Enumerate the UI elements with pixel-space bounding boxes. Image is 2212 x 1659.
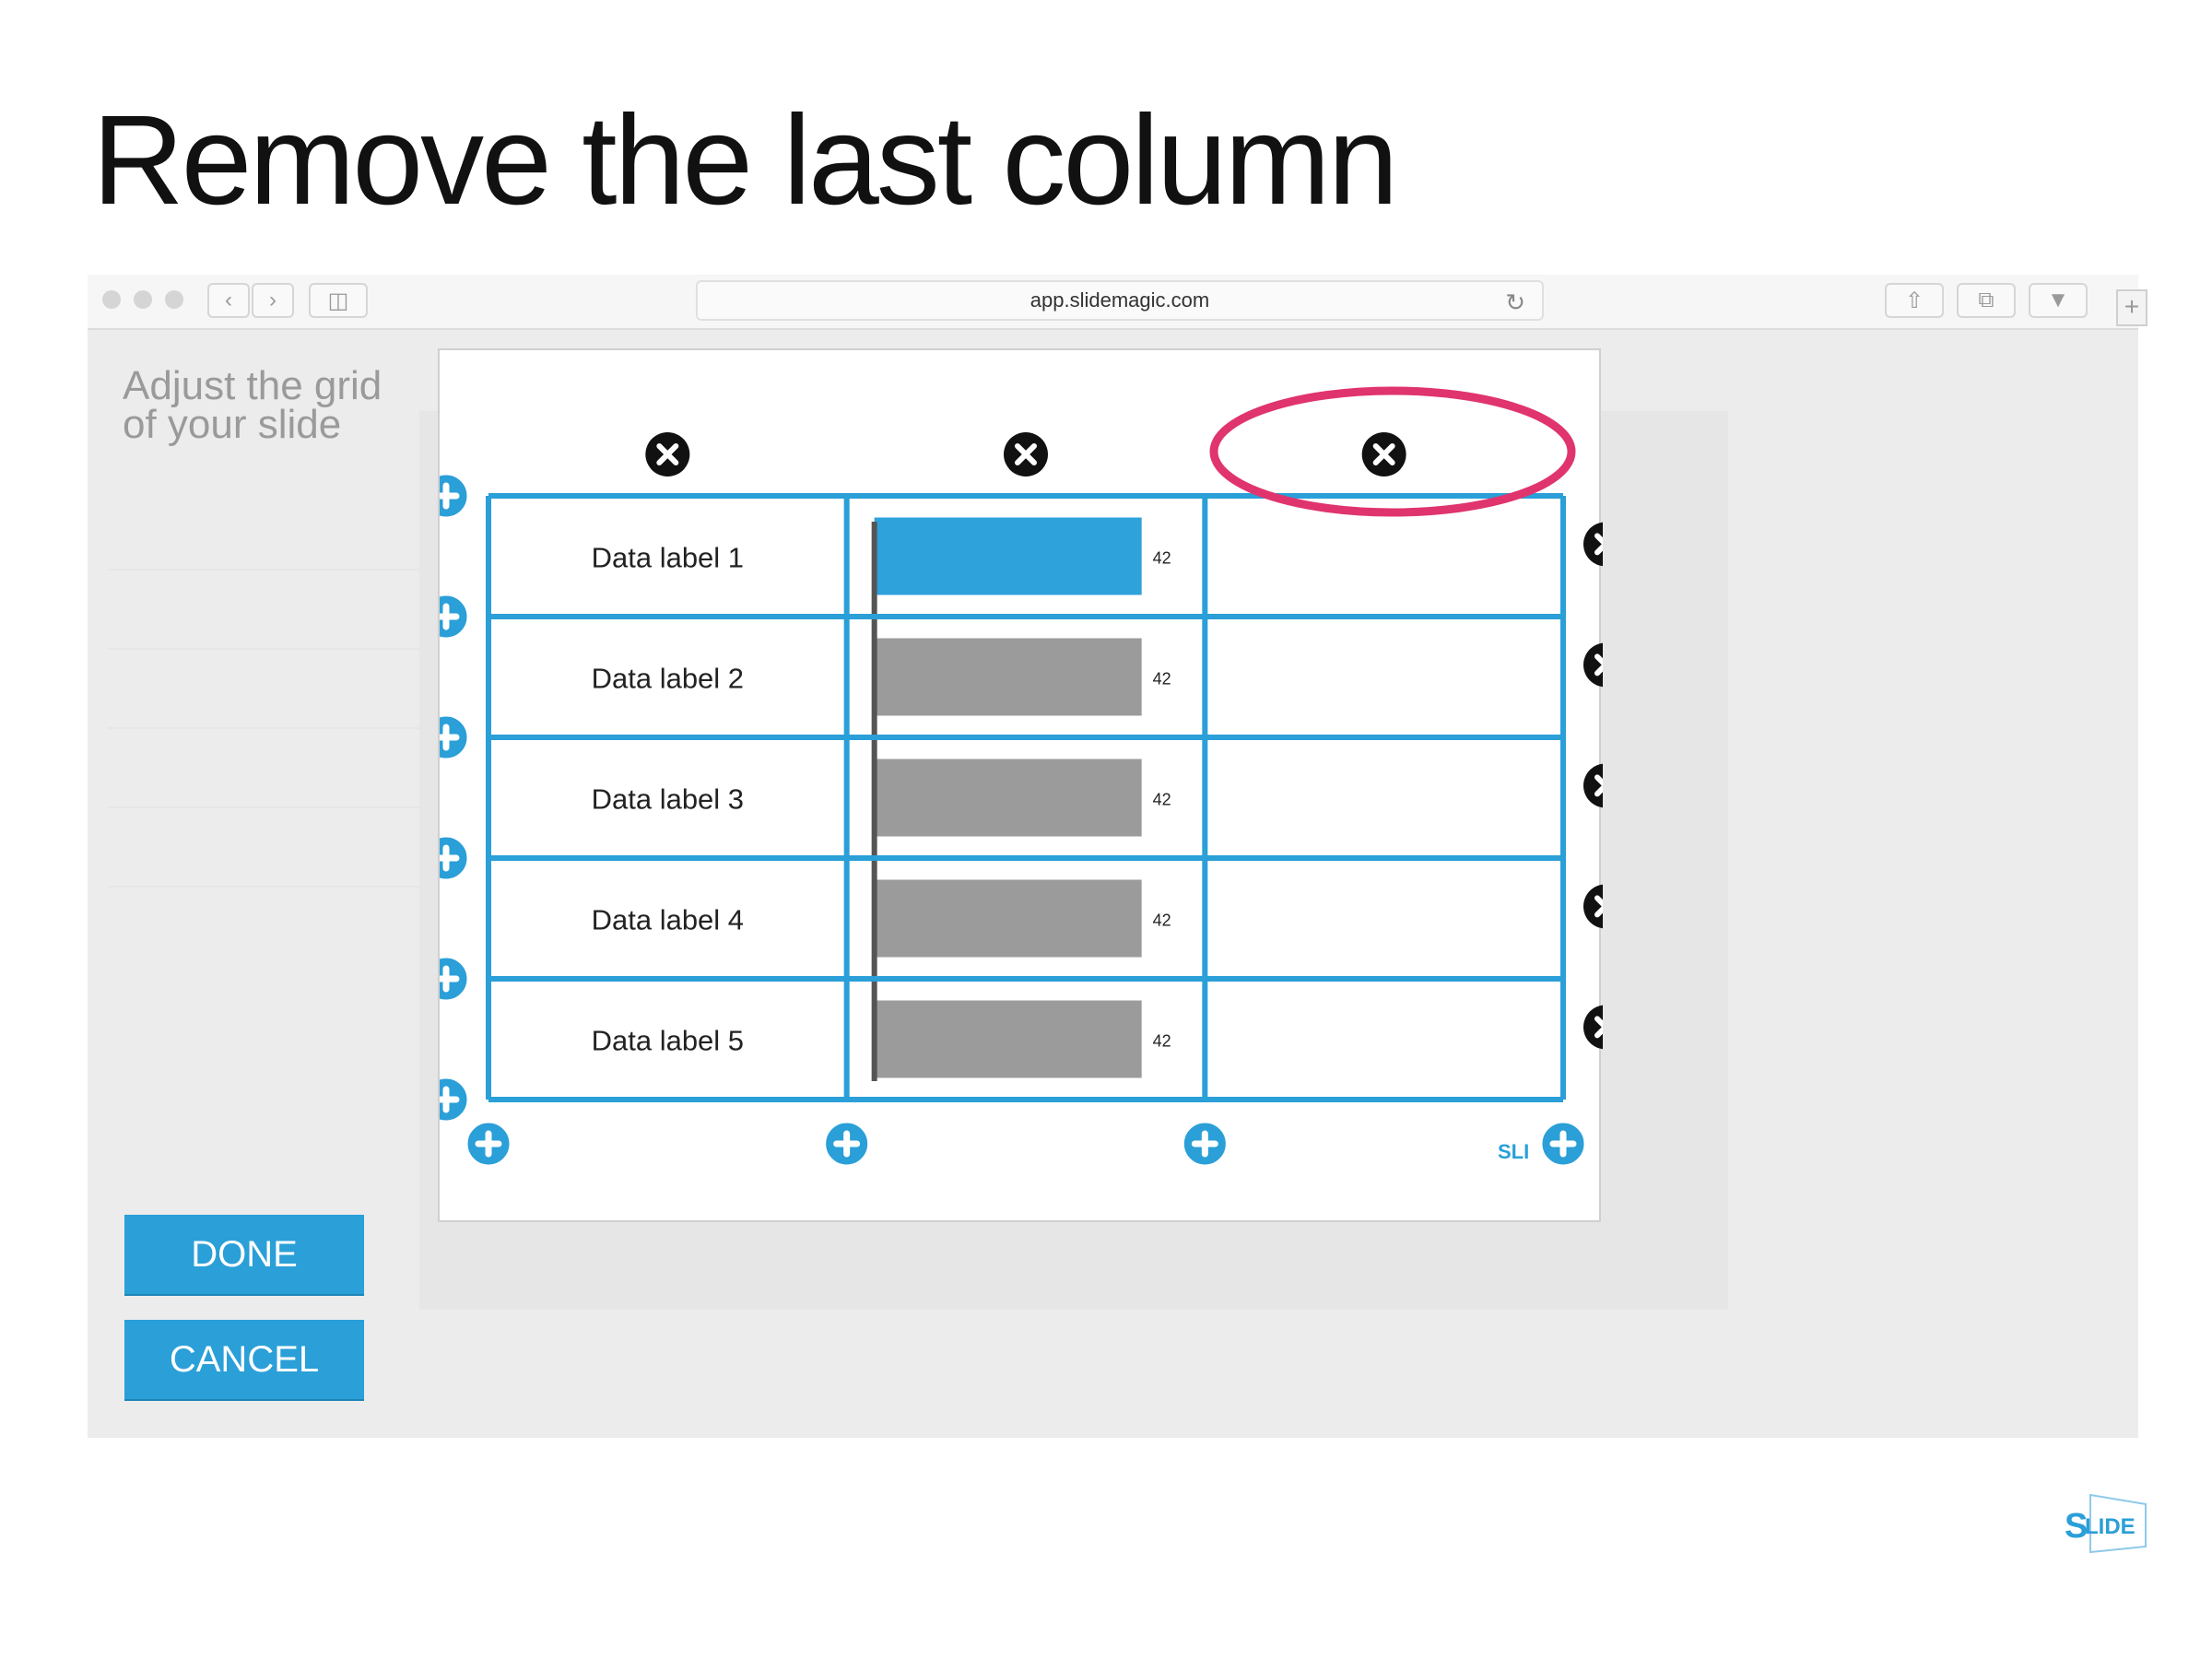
add-column-icon[interactable]: [1539, 1120, 1587, 1168]
url-text: app.slidemagic.com: [1030, 288, 1210, 312]
list-item[interactable]: [108, 808, 430, 888]
add-row-icon[interactable]: [440, 834, 470, 882]
data-value: 42: [1153, 549, 1171, 568]
tabs-overview-icon[interactable]: ⧉: [1957, 283, 2016, 318]
done-button[interactable]: DONE: [124, 1215, 364, 1294]
slide-title: Remove the last column: [92, 89, 1398, 231]
grid-editor: Data label 1 42 Data label 2 42 Data label 3…: [440, 386, 1603, 1168]
remove-row-icon[interactable]: [1583, 763, 1603, 808]
window-zoom-dot[interactable]: [165, 290, 183, 309]
window-close-dot[interactable]: [102, 290, 121, 309]
data-bar[interactable]: [874, 759, 1142, 837]
list-item[interactable]: [108, 571, 430, 650]
remove-row-icon[interactable]: [1583, 642, 1603, 688]
add-row-icon[interactable]: [440, 593, 470, 641]
sidebar-toggle-icon[interactable]: ◫: [309, 283, 368, 318]
remove-column-icon[interactable]: [1004, 432, 1048, 477]
browser-toolbar: ‹ › ◫ app.slidemagic.com ↻ ⇧ ⧉ ▼ +: [88, 275, 2147, 330]
downloads-icon[interactable]: ▼: [2029, 283, 2088, 318]
add-row-icon[interactable]: [440, 713, 470, 761]
data-bar[interactable]: [874, 638, 1142, 716]
remove-column-icon[interactable]: [645, 432, 690, 477]
data-label[interactable]: Data label 4: [592, 904, 744, 936]
data-value: 42: [1153, 912, 1171, 930]
slidemagic-logo: S LIDE: [2065, 1493, 2147, 1554]
add-row-icon[interactable]: [440, 472, 470, 520]
url-bar[interactable]: app.slidemagic.com ↻: [696, 280, 1544, 321]
add-column-icon[interactable]: [1181, 1120, 1229, 1168]
data-value: 42: [1153, 791, 1171, 809]
remove-column-icon[interactable]: [1361, 432, 1406, 477]
forward-icon[interactable]: ›: [252, 283, 294, 318]
back-icon[interactable]: ‹: [207, 283, 250, 318]
list-item[interactable]: [108, 491, 430, 571]
data-bar[interactable]: [874, 1000, 1142, 1078]
data-value: 42: [1153, 1032, 1171, 1051]
share-icon[interactable]: ⇧: [1885, 283, 1944, 318]
window-minimize-dot[interactable]: [134, 290, 152, 309]
data-label[interactable]: Data label 1: [592, 542, 744, 574]
grid-editor-canvas: Data label 1 42 Data label 2 42 Data label 3…: [438, 348, 1603, 1222]
svg-text:LIDE: LIDE: [2085, 1514, 2136, 1539]
list-item[interactable]: [108, 650, 430, 729]
list-item[interactable]: [108, 729, 430, 808]
data-label[interactable]: Data label 3: [592, 783, 744, 816]
add-column-icon[interactable]: [823, 1120, 871, 1168]
data-bar[interactable]: [874, 879, 1142, 958]
remove-row-icon[interactable]: [1583, 522, 1603, 567]
reload-icon[interactable]: ↻: [1505, 288, 1525, 317]
sidebar-title: Adjust the grid of your slide: [123, 363, 382, 447]
data-bar[interactable]: [874, 517, 1142, 595]
new-tab-icon[interactable]: +: [2116, 289, 2147, 326]
remove-row-icon[interactable]: [1583, 1005, 1603, 1050]
data-label[interactable]: Data label 2: [592, 663, 744, 695]
cancel-button[interactable]: CANCEL: [124, 1320, 364, 1399]
remove-row-icon[interactable]: [1583, 884, 1603, 929]
data-label[interactable]: Data label 5: [592, 1025, 744, 1057]
layout-options-list: [108, 491, 430, 888]
add-column-icon[interactable]: [465, 1120, 512, 1168]
watermark-logo: SLI: [1498, 1140, 1529, 1163]
data-value: 42: [1153, 670, 1171, 688]
add-row-icon[interactable]: [440, 955, 470, 1003]
add-row-icon[interactable]: [440, 1076, 470, 1124]
browser-window: ‹ › ◫ app.slidemagic.com ↻ ⇧ ⧉ ▼ + Adjus…: [88, 275, 2147, 1438]
